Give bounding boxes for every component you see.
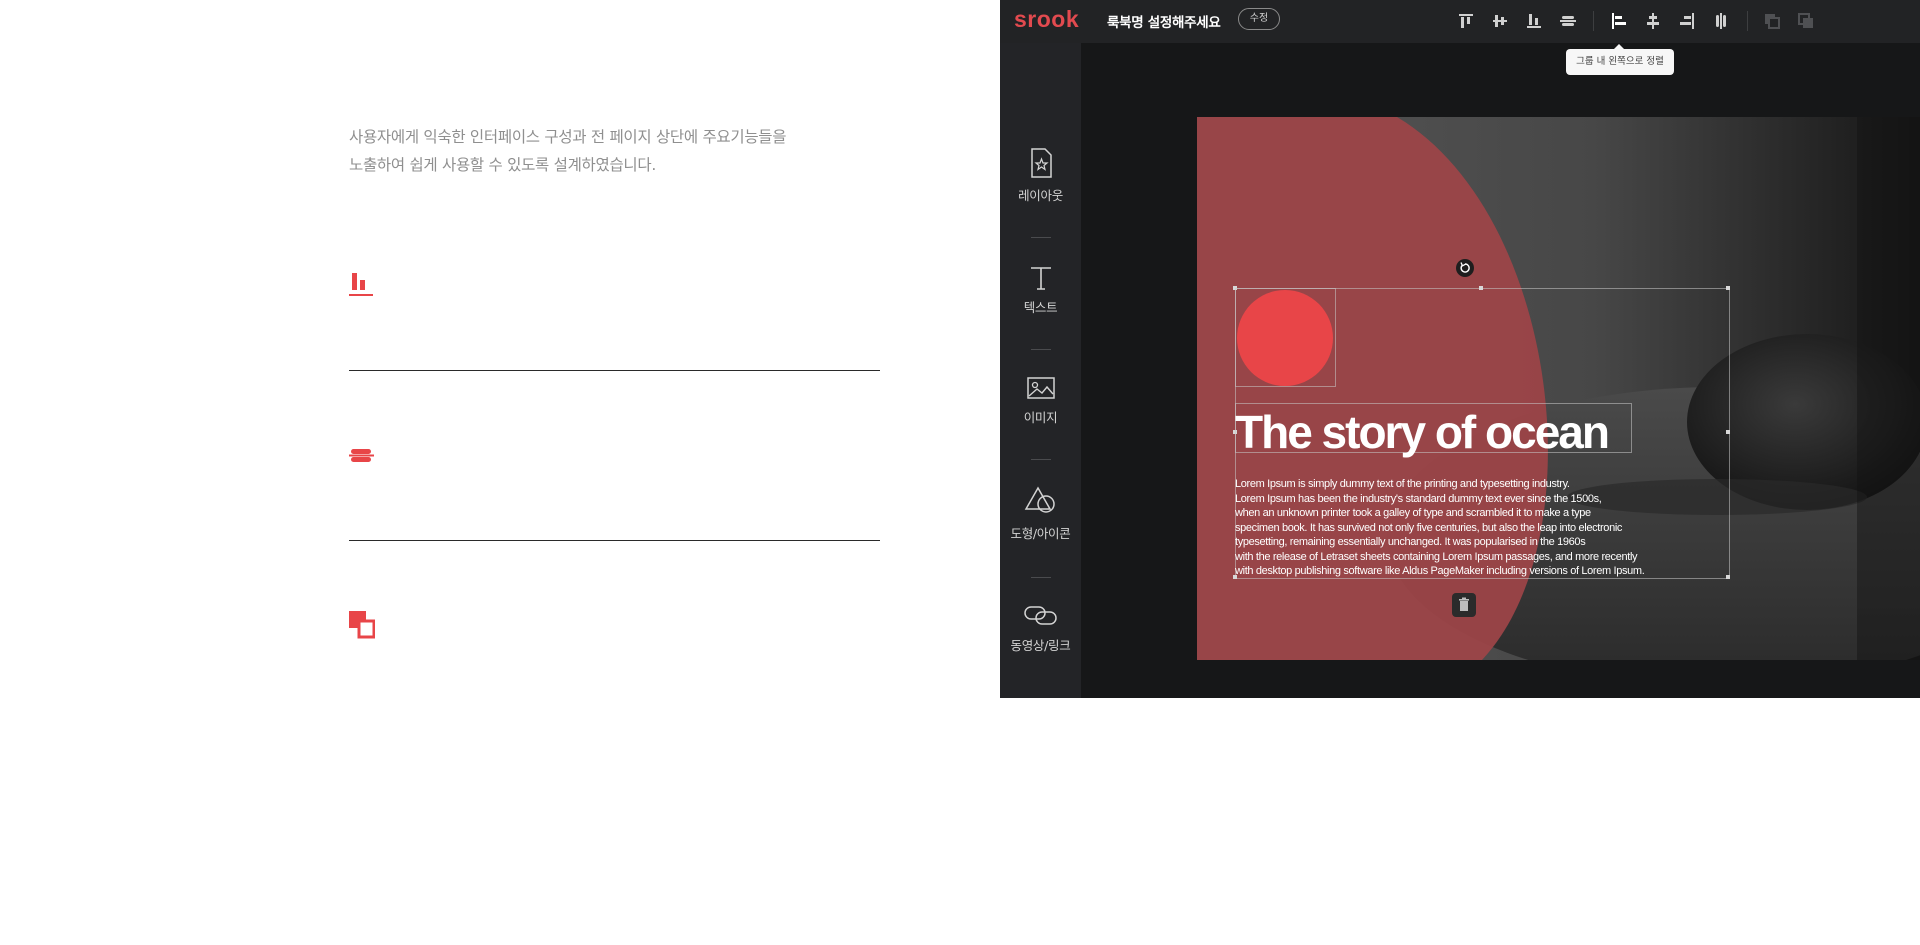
resize-handle[interactable] <box>1726 575 1730 579</box>
link-icon <box>1023 606 1057 625</box>
body-text-line: typesetting, remaining essentially uncha… <box>1235 536 1586 548</box>
resize-handle[interactable] <box>1726 430 1730 434</box>
layer-order-icon <box>349 611 375 639</box>
sidebar-item-text[interactable]: 텍스트 <box>1000 263 1081 316</box>
align-middle-icon[interactable] <box>1489 10 1511 32</box>
sidebar-item-shape[interactable]: 도형/아이콘 <box>1000 485 1081 542</box>
rotate-icon <box>1460 262 1470 273</box>
resize-handle[interactable] <box>1726 286 1730 290</box>
body-text-line: specimen book. It has survived not only … <box>1235 521 1623 534</box>
rotate-button[interactable] <box>1456 259 1474 277</box>
sidebar-separator <box>1031 577 1051 578</box>
align-top-icon[interactable] <box>1455 10 1477 32</box>
distribute-horizontal-icon[interactable] <box>1710 10 1732 32</box>
sidebar-item-label: 레이아웃 <box>1018 188 1063 203</box>
feature-divider <box>349 540 880 541</box>
sidebar-item-label: 이미지 <box>1023 410 1058 425</box>
bring-forward-icon[interactable] <box>1761 10 1783 32</box>
editor-window: srook 룩북명 설정해주세요 수정 그룹 내 왼쪽으로 정렬 레이아웃 텍스… <box>1000 0 1920 698</box>
sidebar-item-label: 도형/아이콘 <box>1010 526 1071 541</box>
sidebar-separator <box>1031 349 1051 350</box>
resize-handle[interactable] <box>1479 286 1483 290</box>
toolbar-tooltip: 그룹 내 왼쪽으로 정렬 <box>1566 44 1674 75</box>
trash-icon <box>1459 597 1469 611</box>
align-center-icon <box>349 449 374 462</box>
sidebar-item-label: 텍스트 <box>1023 300 1058 315</box>
layout-icon <box>1030 148 1052 178</box>
sidebar-separator <box>1031 459 1051 460</box>
sidebar-item-label: 동영상/링크 <box>1010 638 1071 653</box>
image-icon <box>1026 377 1055 399</box>
body-text-line: Lorem Ipsum has been the industry's stan… <box>1235 492 1602 505</box>
body-text-line: with the release of Letraset sheets cont… <box>1235 550 1638 563</box>
feature-divider <box>349 370 880 371</box>
body-text-line: Lorem Ipsum is simply dummy text of the … <box>1235 478 1570 490</box>
align-bottom-icon[interactable] <box>1523 10 1545 32</box>
canvas-body-text[interactable]: Lorem Ipsum is simply dummy text of the … <box>1235 477 1705 579</box>
align-bottom-icon <box>349 273 373 296</box>
toolbar-separator <box>1593 11 1594 31</box>
shape-icon <box>1024 486 1055 513</box>
toolbar-separator <box>1747 11 1748 31</box>
intro-line-1: 사용자에게 익숙한 인터페이스 구성과 전 페이지 상단에 주요기능들을 <box>349 128 787 146</box>
sidebar-item-image[interactable]: 이미지 <box>1000 375 1081 426</box>
sidebar-item-link[interactable]: 동영상/링크 <box>1000 601 1081 654</box>
body-text-line: when an unknown printer took a galley of… <box>1235 507 1591 519</box>
edit-title-button[interactable]: 수정 <box>1238 8 1280 30</box>
align-right-icon[interactable] <box>1676 10 1698 32</box>
editor-sidebar: 레이아웃 텍스트 이미지 도형/아이콘 동영상/링크 <box>1000 43 1081 698</box>
delete-button[interactable] <box>1452 593 1476 617</box>
sidebar-separator <box>1031 237 1051 238</box>
red-circle-shape[interactable] <box>1236 289 1334 387</box>
intro-text: 사용자에게 익숙한 인터페이스 구성과 전 페이지 상단에 주요기능들을 노출하… <box>349 123 869 179</box>
text-icon <box>1030 267 1051 290</box>
body-text-line: with desktop publishing software like Al… <box>1235 565 1645 577</box>
design-canvas[interactable]: The story of ocean Lorem Ipsum is simply… <box>1197 117 1920 660</box>
intro-line-2: 노출하여 쉽게 사용할 수 있도록 설계하였습니다. <box>349 156 656 174</box>
align-center-icon[interactable] <box>1642 10 1664 32</box>
book-title: 룩북명 설정해주세요 <box>1107 15 1221 31</box>
sidebar-item-layout[interactable]: 레이아웃 <box>1000 147 1081 204</box>
canvas-headline[interactable]: The story of ocean <box>1235 405 1610 459</box>
distribute-vertical-icon[interactable] <box>1557 10 1579 32</box>
srook-logo[interactable]: srook <box>1014 6 1079 33</box>
editor-topbar: srook 룩북명 설정해주세요 수정 <box>1000 0 1920 43</box>
align-left-icon[interactable] <box>1608 10 1630 32</box>
send-backward-icon[interactable] <box>1795 10 1817 32</box>
